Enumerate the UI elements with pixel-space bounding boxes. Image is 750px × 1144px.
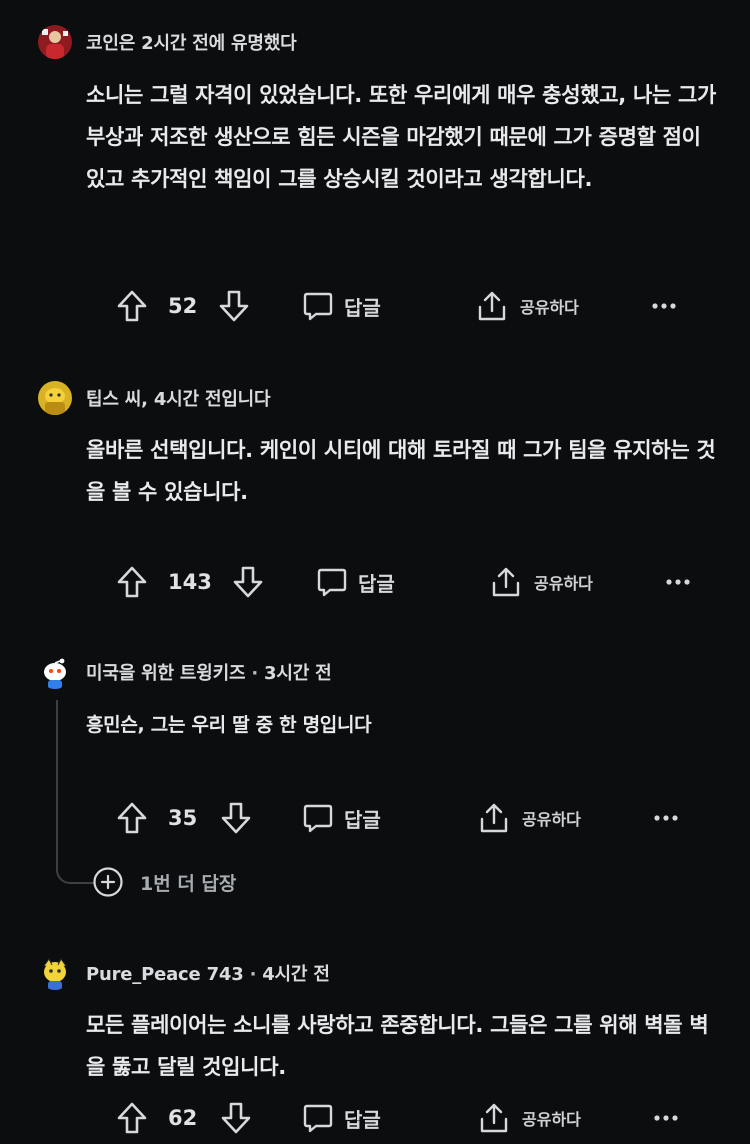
speech-bubble-icon xyxy=(303,1104,333,1133)
more-horizontal-icon xyxy=(666,579,690,585)
speech-bubble-icon xyxy=(303,804,333,833)
reply-button[interactable]: 답글 xyxy=(302,286,381,326)
comment-text: 흥민슨, 그는 우리 딸 중 한 명입니다 xyxy=(86,714,372,736)
comment-actions: 62 답글 공유하다 xyxy=(0,1098,750,1138)
vote-score: 62 xyxy=(168,1106,198,1130)
comment-header: Pure_Peace 743 · 4시간 전 xyxy=(38,955,330,991)
upvote-button[interactable] xyxy=(116,1098,148,1138)
comment-header: 미국을 위한 트윙키즈 · 3시간 전 xyxy=(38,654,332,690)
more-replies-label: 1번 더 답장 xyxy=(140,872,237,895)
comment-header: 팁스 씨, 4시간 전입니다 xyxy=(38,380,271,416)
arrow-down-icon xyxy=(221,1102,251,1134)
comment-text: 올바른 선택입니다. 케인이 시티에 대해 토라질 때 그가 팀을 유지하는 것… xyxy=(86,438,716,504)
upvote-button[interactable] xyxy=(116,286,148,326)
arrow-up-icon xyxy=(117,290,147,322)
more-horizontal-icon xyxy=(652,303,676,309)
comment-author[interactable]: 미국을 위한 트윙키즈 xyxy=(86,663,246,684)
arrow-down-icon xyxy=(221,802,251,834)
share-icon xyxy=(492,567,520,597)
comment-time: 3시간 전 xyxy=(264,663,332,684)
arrow-up-icon xyxy=(117,802,147,834)
arrow-down-icon xyxy=(233,566,263,598)
comment-actions: 143 답글 공유하다 xyxy=(0,562,750,602)
separator-dot: · xyxy=(249,964,257,985)
downvote-button[interactable] xyxy=(220,798,252,838)
more-options-button[interactable] xyxy=(666,562,690,602)
comment-author[interactable]: 코인은 2시간 전에 유명했다 xyxy=(86,29,297,55)
speech-bubble-icon xyxy=(303,292,333,321)
thread-line[interactable] xyxy=(56,700,98,884)
comment-author[interactable]: Pure_Peace 743 xyxy=(86,964,244,985)
more-options-button[interactable] xyxy=(654,798,678,838)
more-options-button[interactable] xyxy=(654,1098,678,1138)
arrow-down-icon xyxy=(219,290,249,322)
comment-meta: Pure_Peace 743 · 4시간 전 xyxy=(86,960,330,986)
upvote-button[interactable] xyxy=(116,562,148,602)
upvote-button[interactable] xyxy=(116,798,148,838)
share-icon xyxy=(478,291,506,321)
comment-actions: 52 답글 공유하다 xyxy=(0,286,750,326)
share-button[interactable]: 공유하다 xyxy=(478,798,581,838)
separator-dot: · xyxy=(251,663,259,684)
share-label: 공유하다 xyxy=(534,574,593,593)
comment-text: 모든 플레이어는 소니를 사랑하고 존중합니다. 그들은 그를 위해 벽돌 벽을… xyxy=(86,1013,709,1079)
comment-header: 코인은 2시간 전에 유명했다 xyxy=(38,24,297,60)
comment-time: 4시간 전 xyxy=(262,964,330,985)
comment-text: 소니는 그럴 자격이 있었습니다. 또한 우리에게 매우 충성했고, 나는 그가… xyxy=(86,83,717,191)
avatar[interactable] xyxy=(38,956,72,990)
speech-bubble-icon xyxy=(317,568,347,597)
downvote-button[interactable] xyxy=(232,562,264,602)
comment-author[interactable]: 팁스 씨, 4시간 전입니다 xyxy=(86,385,271,411)
reply-label: 답글 xyxy=(344,295,381,320)
share-icon xyxy=(480,1103,508,1133)
reply-label: 답글 xyxy=(344,807,381,832)
arrow-up-icon xyxy=(117,566,147,598)
avatar[interactable] xyxy=(38,25,72,59)
avatar[interactable] xyxy=(38,381,72,415)
vote-score: 35 xyxy=(168,806,198,830)
more-horizontal-icon xyxy=(654,815,678,821)
share-label: 공유하다 xyxy=(520,298,579,317)
share-label: 공유하다 xyxy=(522,810,581,829)
comment-actions: 35 답글 공유하다 xyxy=(0,798,750,838)
more-horizontal-icon xyxy=(654,1115,678,1121)
downvote-button[interactable] xyxy=(220,1098,252,1138)
reply-button[interactable]: 답글 xyxy=(302,798,381,838)
more-replies-button[interactable]: 1번 더 답장 xyxy=(92,865,236,899)
share-label: 공유하다 xyxy=(522,1110,581,1129)
more-options-button[interactable] xyxy=(652,286,676,326)
share-button[interactable]: 공유하다 xyxy=(478,1098,581,1138)
share-button[interactable]: 공유하다 xyxy=(476,286,579,326)
arrow-up-icon xyxy=(117,1102,147,1134)
reply-label: 답글 xyxy=(344,1107,381,1132)
vote-score: 52 xyxy=(168,294,198,318)
downvote-button[interactable] xyxy=(218,286,250,326)
share-icon xyxy=(480,803,508,833)
vote-score: 143 xyxy=(168,570,212,594)
comment-meta: 미국을 위한 트윙키즈 · 3시간 전 xyxy=(86,659,332,685)
plus-circle-icon xyxy=(93,867,123,897)
reply-button[interactable]: 답글 xyxy=(302,1098,381,1138)
reply-label: 답글 xyxy=(358,571,395,596)
avatar[interactable] xyxy=(38,655,72,689)
reply-button[interactable]: 답글 xyxy=(316,562,395,602)
share-button[interactable]: 공유하다 xyxy=(490,562,593,602)
